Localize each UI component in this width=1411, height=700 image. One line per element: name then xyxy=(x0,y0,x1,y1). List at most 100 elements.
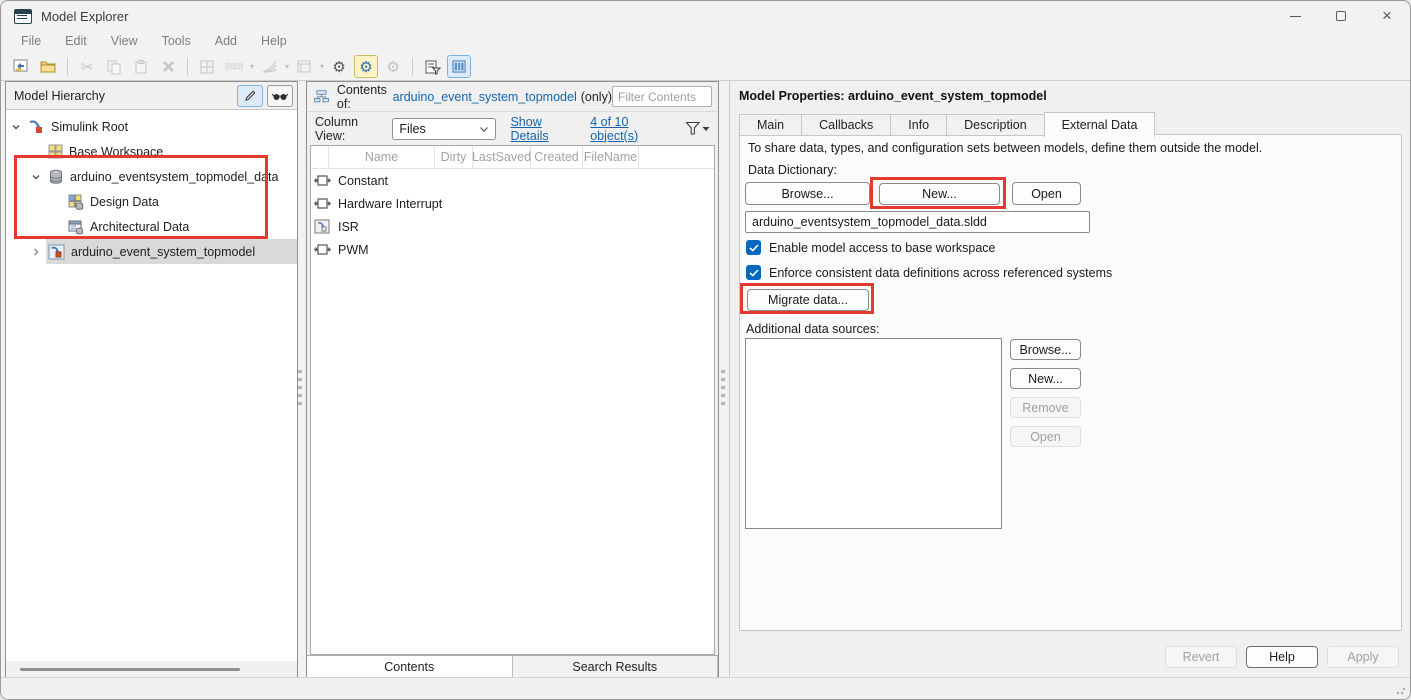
column-view-icon[interactable] xyxy=(447,55,471,78)
column-name[interactable]: Name xyxy=(329,146,435,168)
tab-external-data[interactable]: External Data xyxy=(1044,112,1156,137)
help-button[interactable]: Help xyxy=(1246,646,1318,668)
maximize-button[interactable] xyxy=(1318,1,1364,31)
tab-search-results[interactable]: Search Results xyxy=(513,656,719,678)
model-block-icon xyxy=(314,219,332,234)
checkbox-row-consistent-data: Enforce consistent data definitions acro… xyxy=(746,265,1112,280)
tab-info[interactable]: Info xyxy=(890,114,946,136)
menu-bar: File Edit View Tools Add Help xyxy=(1,31,297,53)
workspace-grid-icon[interactable] xyxy=(195,55,219,78)
chart-dropdown-icon[interactable]: ▾ xyxy=(320,62,324,71)
model-explorer-window: Model Explorer × File Edit View Tools Ad… xyxy=(0,0,1411,700)
filter-form-icon[interactable] xyxy=(420,55,444,78)
block-icon xyxy=(314,197,332,210)
show-details-link[interactable]: Show Details xyxy=(510,115,576,143)
tree-item-topmodel[interactable]: arduino_event_system_topmodel xyxy=(6,239,297,264)
title-bar: Model Explorer × xyxy=(1,1,1410,31)
tree-item-base-workspace[interactable]: Base Workspace xyxy=(6,139,297,164)
apply-button[interactable]: Apply xyxy=(1327,646,1399,668)
data-dictionary-browse-button[interactable]: Browse... xyxy=(745,182,870,205)
object-count-link[interactable]: 4 of 10 object(s) xyxy=(590,115,671,143)
menu-help[interactable]: Help xyxy=(251,31,297,53)
edit-toggle-button[interactable] xyxy=(237,85,263,107)
filter-contents-input[interactable] xyxy=(612,86,712,107)
tab-callbacks[interactable]: Callbacks xyxy=(801,114,890,136)
column-view-select[interactable]: Files xyxy=(392,118,496,140)
tree-item-simulink-root[interactable]: Simulink Root xyxy=(6,114,297,139)
model-hierarchy-panel: Model Hierarchy Simulink Root xyxy=(5,81,298,679)
column-view-row: Column View: Files Show Details 4 of 10 … xyxy=(307,112,718,145)
tree-item-data-dictionary[interactable]: arduino_eventsystem_topmodel_data xyxy=(6,164,297,189)
contents-of-label: Contents of: xyxy=(337,83,389,111)
open-folder-icon[interactable] xyxy=(36,55,60,78)
additional-open-button[interactable]: Open xyxy=(1010,426,1081,447)
enforce-consistent-data-checkbox[interactable] xyxy=(746,265,761,280)
contents-panel: Contents of: arduino_event_system_topmod… xyxy=(306,81,719,679)
menu-add[interactable]: Add xyxy=(205,31,247,53)
data-dictionary-filename-input[interactable] xyxy=(745,211,1090,233)
additional-remove-button[interactable]: Remove xyxy=(1010,397,1081,418)
migrate-data-button[interactable]: Migrate data... xyxy=(747,289,869,311)
binary-variable-icon[interactable]: [010] xyxy=(222,55,246,78)
table-row-constant[interactable]: Constant xyxy=(311,169,714,192)
additional-new-button[interactable]: New... xyxy=(1010,368,1081,389)
data-dictionary-open-button[interactable]: Open xyxy=(1012,182,1081,205)
additional-browse-button[interactable]: Browse... xyxy=(1010,339,1081,360)
left-splitter-handle[interactable] xyxy=(297,370,303,405)
contents-header: Contents of: arduino_event_system_topmod… xyxy=(307,82,718,112)
paste-icon[interactable] xyxy=(129,55,153,78)
plot-curves-icon[interactable] xyxy=(257,55,281,78)
tree-item-architectural-data[interactable]: Architectural Data xyxy=(6,214,297,239)
close-button[interactable]: × xyxy=(1364,1,1410,31)
tab-description[interactable]: Description xyxy=(946,114,1044,136)
pencil-icon xyxy=(243,89,257,103)
minimize-button[interactable] xyxy=(1272,1,1318,31)
resize-grip[interactable] xyxy=(1396,685,1406,695)
table-row-isr[interactable]: ISR xyxy=(311,215,714,238)
data-dictionary-new-button[interactable]: New... xyxy=(879,183,1000,205)
table-row-pwm[interactable]: PWM xyxy=(311,238,714,261)
binary-dropdown-icon[interactable]: ▾ xyxy=(250,62,254,71)
data-dictionary-icon xyxy=(48,169,64,185)
table-row-hardware-interrupt[interactable]: Hardware Interrupt xyxy=(311,192,714,215)
configuration-gear-icon[interactable]: ⚙ xyxy=(354,55,378,78)
copy-icon[interactable] xyxy=(102,55,126,78)
cut-icon[interactable]: ✂ xyxy=(75,55,99,78)
column-filename[interactable]: FileName xyxy=(583,146,639,168)
right-splitter-handle[interactable] xyxy=(720,370,726,405)
horizontal-scrollbar[interactable] xyxy=(6,661,297,678)
menu-file[interactable]: File xyxy=(11,31,51,53)
chevron-down-icon[interactable] xyxy=(26,172,46,182)
additional-data-sources-list[interactable] xyxy=(745,338,1002,529)
column-dirty[interactable]: Dirty xyxy=(435,146,473,168)
contents-model-link[interactable]: arduino_event_system_topmodel xyxy=(393,90,577,104)
delete-icon[interactable] xyxy=(156,55,180,78)
revert-button[interactable]: Revert xyxy=(1165,646,1237,668)
contents-only-label: (only) xyxy=(581,90,612,104)
tab-main[interactable]: Main xyxy=(739,114,801,136)
chevron-down-icon[interactable] xyxy=(6,122,26,132)
chart-icon[interactable] xyxy=(292,55,316,78)
app-icon xyxy=(14,9,32,24)
gears-icon[interactable]: ⚙ xyxy=(327,55,351,78)
column-created[interactable]: Created xyxy=(531,146,583,168)
tab-contents[interactable]: Contents xyxy=(307,656,513,678)
menu-tools[interactable]: Tools xyxy=(152,31,201,53)
gears-disabled-icon[interactable]: ⚙ xyxy=(381,55,405,78)
model-properties-title: Model Properties: arduino_event_system_t… xyxy=(739,89,1047,103)
chevron-right-icon[interactable] xyxy=(26,247,46,257)
menu-edit[interactable]: Edit xyxy=(55,31,97,53)
filter-funnel-button[interactable] xyxy=(685,121,710,136)
new-model-icon[interactable] xyxy=(9,55,33,78)
menu-view[interactable]: View xyxy=(101,31,148,53)
chevron-down-icon xyxy=(479,125,489,133)
close-icon: × xyxy=(1382,6,1392,26)
plot-dropdown-icon[interactable]: ▾ xyxy=(285,62,289,71)
tree-item-design-data[interactable]: Design Data xyxy=(6,189,297,214)
enable-base-workspace-checkbox[interactable] xyxy=(746,240,761,255)
column-lastsaved[interactable]: LastSaved xyxy=(473,146,531,168)
architectural-data-icon xyxy=(68,219,84,235)
scrollbar-thumb[interactable] xyxy=(20,668,240,671)
preview-toggle-button[interactable] xyxy=(267,85,293,107)
enable-base-workspace-label: Enable model access to base workspace xyxy=(769,241,996,255)
